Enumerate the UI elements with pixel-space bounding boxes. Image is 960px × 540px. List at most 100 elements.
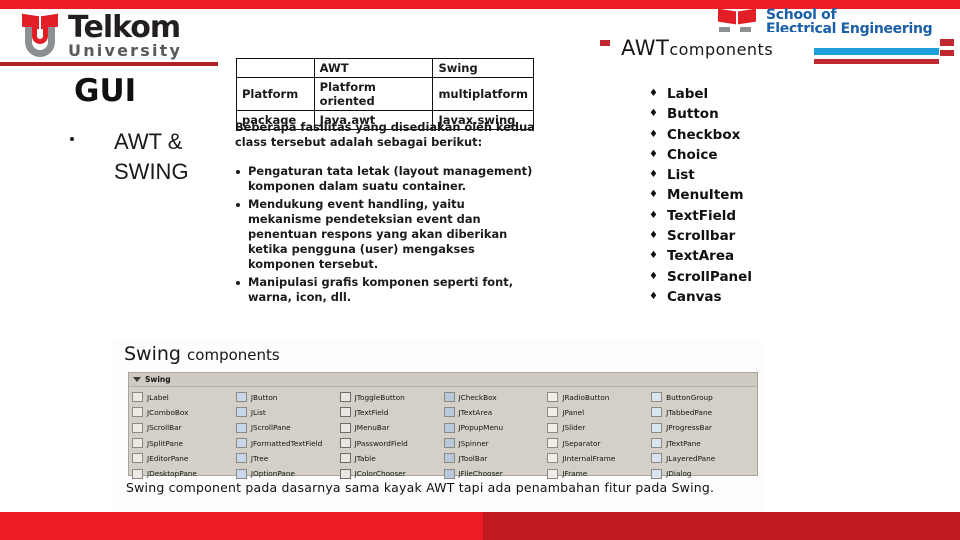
palette-item[interactable]: JTextField <box>339 405 444 419</box>
palette-item[interactable]: JPopupMenu <box>443 421 548 435</box>
component-icon <box>339 453 351 464</box>
palette-item-label: JToolBar <box>458 453 488 463</box>
component-icon <box>132 392 143 403</box>
swing-heading-main: Swing <box>124 343 181 365</box>
list-item: Scrollbar <box>649 226 752 247</box>
component-icon <box>443 468 455 479</box>
palette-item[interactable]: JSlider <box>547 421 651 435</box>
swing-caption: Swing component pada dasarnya sama kayak… <box>126 480 715 495</box>
palette-item[interactable]: JColorChooser <box>339 466 444 480</box>
swing-heading-sub: components <box>187 346 280 364</box>
see-book-icon <box>718 10 756 23</box>
component-icon <box>443 392 455 403</box>
palette-item[interactable]: JDialog <box>651 466 755 480</box>
chevron-down-icon[interactable] <box>133 377 141 382</box>
palette-item[interactable]: JList <box>235 405 340 419</box>
component-icon <box>547 422 559 433</box>
component-icon <box>547 453 559 464</box>
palette-item[interactable]: JLabel <box>132 390 236 404</box>
component-icon <box>132 407 143 418</box>
comparison-panel: AWT Swing Platform Platform oriented mul… <box>221 52 545 309</box>
palette-item[interactable]: JRadioButton <box>547 390 651 404</box>
palette-item-label: JLayeredPane <box>666 453 716 463</box>
palette-item-label: JRadioButton <box>562 392 610 402</box>
palette-item-label: JSeparator <box>562 438 601 448</box>
palette-item-label: JToggleButton <box>354 392 405 402</box>
table-cell: Platform oriented <box>313 77 434 111</box>
palette-item[interactable]: JSplitPane <box>132 436 236 450</box>
palette-item[interactable]: JButton <box>235 390 340 404</box>
palette-item[interactable]: JProgressBar <box>651 421 755 435</box>
palette-item[interactable]: JScrollBar <box>132 421 236 435</box>
palette-item[interactable]: JEditorPane <box>132 451 236 465</box>
palette-item-label: JPanel <box>562 407 585 417</box>
component-icon <box>132 453 143 464</box>
list-item: ScrollPanel <box>649 267 752 288</box>
palette-item[interactable]: JSpinner <box>443 436 548 450</box>
palette-item[interactable]: JPanel <box>547 405 651 419</box>
awt-components-heading: AWTcomponents <box>621 36 773 60</box>
palette-group-header[interactable]: Swing <box>129 373 757 387</box>
awt-heading-sub: components <box>669 40 774 59</box>
palette-item-label: JOptionPane <box>250 469 295 479</box>
palette-item-label: JFrame <box>562 469 588 479</box>
palette-item[interactable]: JOptionPane <box>235 466 340 480</box>
table-cell: Platform <box>236 77 315 111</box>
palette-item-label: JEditorPane <box>147 453 189 463</box>
palette-item-label: JButton <box>250 392 278 402</box>
palette-item[interactable]: JComboBox <box>132 405 236 419</box>
palette-item[interactable]: JToggleButton <box>339 390 444 404</box>
list-item: Mendukung event handling, yaitu mekanism… <box>235 197 535 272</box>
palette-item[interactable]: JSeparator <box>547 436 651 450</box>
list-item: List <box>649 165 752 186</box>
palette-item[interactable]: JTabbedPane <box>651 405 755 419</box>
swing-palette: Swing JLabel JButton JToggleButton JCheckBo… <box>128 372 758 479</box>
table-cell <box>236 58 315 78</box>
palette-item[interactable]: JPasswordField <box>339 436 444 450</box>
component-icon <box>443 407 455 418</box>
palette-item-label: JSplitPane <box>147 438 183 448</box>
component-icon <box>235 422 247 433</box>
palette-item[interactable]: JTree <box>235 451 340 465</box>
palette-item[interactable]: JToolBar <box>443 451 548 465</box>
component-icon <box>339 438 351 449</box>
palette-grid: JLabel JButton JToggleButton JCheckBox JRadi… <box>129 387 757 481</box>
component-icon <box>651 392 663 403</box>
component-icon <box>235 438 247 449</box>
table-row: AWT Swing <box>236 58 534 78</box>
palette-item[interactable]: JTextArea <box>443 405 548 419</box>
component-icon <box>547 392 559 403</box>
palette-item[interactable]: JTable <box>339 451 444 465</box>
awt-components-list: Label Button Checkbox Choice List MenuIt… <box>649 84 752 308</box>
decor-chip-right-top <box>940 39 954 46</box>
palette-item[interactable]: JScrollPane <box>235 421 340 435</box>
palette-item[interactable]: JCheckBox <box>443 390 548 404</box>
list-item: TextField <box>649 206 752 227</box>
palette-item[interactable]: JMenuBar <box>339 421 444 435</box>
palette-item[interactable]: JLayeredPane <box>651 451 755 465</box>
palette-item-label: JScrollPane <box>250 423 291 433</box>
palette-item[interactable]: JFrame <box>547 466 651 480</box>
list-item: Manipulasi grafis komponen seperti font,… <box>235 275 535 305</box>
table-row: Platform Platform oriented multiplatform <box>236 77 534 111</box>
bullet-dot-icon <box>70 137 74 141</box>
palette-item[interactable]: JInternalFrame <box>547 451 651 465</box>
swing-components-heading: Swing components <box>124 343 280 365</box>
list-item: Canvas <box>649 287 752 308</box>
telkom-u-inner-icon <box>32 27 48 44</box>
list-item: Button <box>649 104 752 125</box>
palette-item[interactable]: JFormattedTextField <box>235 436 340 450</box>
facilities-text: Beberapa fasilitas yang disediakan oleh … <box>235 120 535 308</box>
palette-item[interactable]: ButtonGroup <box>651 390 755 404</box>
palette-item[interactable]: JFileChooser <box>443 466 548 480</box>
palette-item-label: JTextField <box>354 407 389 417</box>
palette-item[interactable]: JDesktopPane <box>132 466 236 480</box>
page-title: GUI <box>74 73 137 109</box>
palette-item-label: JProgressBar <box>666 423 712 433</box>
palette-item-label: JTextPane <box>666 438 701 448</box>
component-icon <box>547 407 559 418</box>
component-icon <box>443 453 455 464</box>
palette-item[interactable]: JTextPane <box>651 436 755 450</box>
palette-item-label: JSpinner <box>458 438 489 448</box>
list-item: Choice <box>649 145 752 166</box>
